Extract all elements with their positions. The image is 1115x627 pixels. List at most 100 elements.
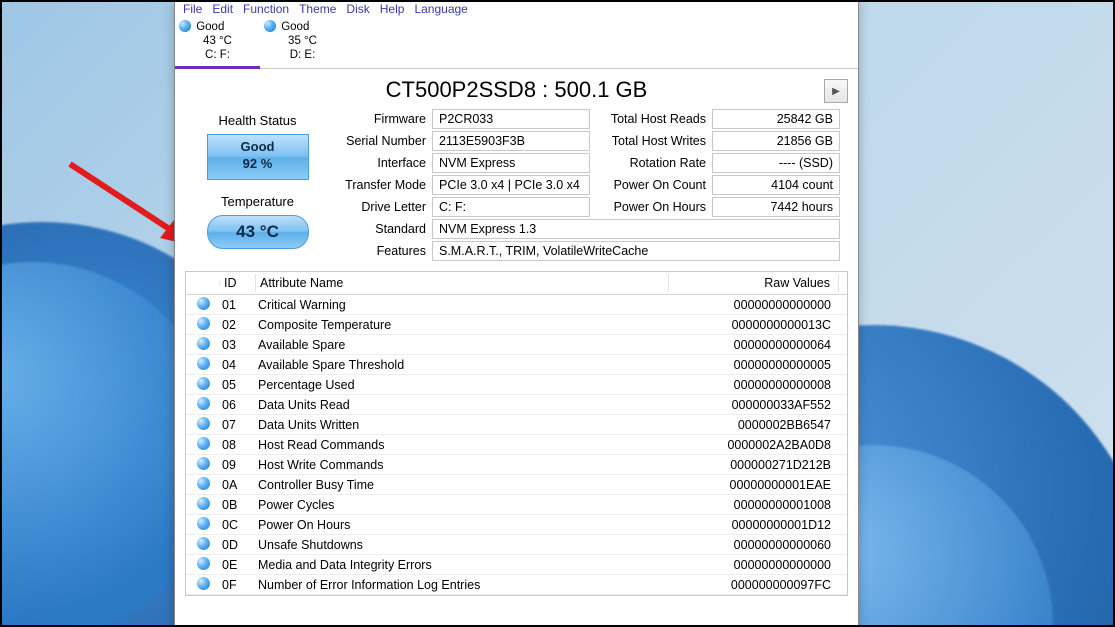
tab-letters: D: E: <box>264 49 341 63</box>
value-standard[interactable]: NVM Express 1.3 <box>432 219 840 239</box>
value-firmware[interactable]: P2CR033 <box>432 109 590 129</box>
table-row[interactable]: 09Host Write Commands000000271D212B <box>186 455 847 475</box>
table-row[interactable]: 01Critical Warning00000000000000 <box>186 295 847 315</box>
status-orb-icon <box>197 337 210 350</box>
attr-name: Percentage Used <box>256 378 669 392</box>
table-row[interactable]: 0AController Busy Time00000000001EAE <box>186 475 847 495</box>
value-power-on-count[interactable]: 4104 count <box>712 175 840 195</box>
drive-tab-0[interactable]: Good43 °CC: F: <box>175 18 260 69</box>
attr-name: Media and Data Integrity Errors <box>256 558 669 572</box>
attr-id: 0B <box>220 498 256 512</box>
attr-raw: 00000000000005 <box>669 358 839 372</box>
attr-id: 07 <box>220 418 256 432</box>
health-status-box[interactable]: Good 92 % <box>207 134 309 180</box>
menu-edit[interactable]: Edit <box>212 2 233 16</box>
label-interface: Interface <box>340 153 432 173</box>
table-header-row: ID Attribute Name Raw Values <box>186 272 847 295</box>
menu-function[interactable]: Function <box>243 2 289 16</box>
attr-name: Unsafe Shutdowns <box>256 538 669 552</box>
table-row[interactable]: 0BPower Cycles00000000001008 <box>186 495 847 515</box>
col-id[interactable]: ID <box>220 274 256 292</box>
attr-id: 0E <box>220 558 256 572</box>
tab-letters: C: F: <box>179 49 256 63</box>
table-row[interactable]: 0DUnsafe Shutdowns00000000000060 <box>186 535 847 555</box>
status-orb-icon <box>197 377 210 390</box>
attr-name: Available Spare <box>256 338 669 352</box>
status-orb-icon <box>264 20 276 32</box>
value-rotation[interactable]: ---- (SSD) <box>712 153 840 173</box>
col-attribute-name[interactable]: Attribute Name <box>256 274 669 292</box>
attr-name: Power Cycles <box>256 498 669 512</box>
status-orb-icon <box>197 297 210 310</box>
attr-raw: 00000000001008 <box>669 498 839 512</box>
drive-tab-1[interactable]: Good 35 °CD: E: <box>260 18 345 68</box>
temperature-box[interactable]: 43 °C <box>207 215 309 249</box>
table-row[interactable]: 04Available Spare Threshold0000000000000… <box>186 355 847 375</box>
label-standard: Standard <box>340 219 432 239</box>
menu-file[interactable]: File <box>183 2 202 16</box>
attr-raw: 00000000000000 <box>669 558 839 572</box>
label-total-reads: Total Host Reads <box>590 109 712 129</box>
menu-help[interactable]: Help <box>380 2 405 16</box>
label-transfer: Transfer Mode <box>340 175 432 195</box>
table-row[interactable]: 0FNumber of Error Information Log Entrie… <box>186 575 847 595</box>
value-features[interactable]: S.M.A.R.T., TRIM, VolatileWriteCache <box>432 241 840 261</box>
attr-name: Composite Temperature <box>256 318 669 332</box>
attr-raw: 000000000097FC <box>669 578 839 592</box>
table-row[interactable]: 05Percentage Used00000000000008 <box>186 375 847 395</box>
tab-temp: 35 °C <box>264 35 341 49</box>
value-interface[interactable]: NVM Express <box>432 153 590 173</box>
attr-name: Controller Busy Time <box>256 478 669 492</box>
label-rotation: Rotation Rate <box>590 153 712 173</box>
attr-raw: 000000271D212B <box>669 458 839 472</box>
label-power-on-hours: Power On Hours <box>590 197 712 217</box>
attr-name: Critical Warning <box>256 298 669 312</box>
status-panel: Health Status Good 92 % Temperature 43 °… <box>185 109 330 261</box>
status-orb-icon <box>197 477 210 490</box>
menu-bar: File Edit Function Theme Disk Help Language <box>175 2 858 18</box>
value-total-writes[interactable]: 21856 GB <box>712 131 840 151</box>
table-row[interactable]: 0EMedia and Data Integrity Errors0000000… <box>186 555 847 575</box>
status-orb-icon <box>197 557 210 570</box>
table-row[interactable]: 02Composite Temperature0000000000013C <box>186 315 847 335</box>
value-drive-letter[interactable]: C: F: <box>432 197 590 217</box>
status-orb-icon <box>197 517 210 530</box>
table-row[interactable]: 07Data Units Written0000002BB6547 <box>186 415 847 435</box>
attr-id: 0D <box>220 538 256 552</box>
tab-status: Good <box>281 21 309 33</box>
attr-id: 05 <box>220 378 256 392</box>
attr-id: 04 <box>220 358 256 372</box>
table-row[interactable]: 0CPower On Hours00000000001D12 <box>186 515 847 535</box>
col-raw-values[interactable]: Raw Values <box>669 274 839 292</box>
menu-theme[interactable]: Theme <box>299 2 336 16</box>
value-serial[interactable]: 2113E5903F3B <box>432 131 590 151</box>
value-total-reads[interactable]: 25842 GB <box>712 109 840 129</box>
attr-id: 06 <box>220 398 256 412</box>
menu-language[interactable]: Language <box>414 2 467 16</box>
health-status-text: Good <box>208 139 308 156</box>
status-orb-icon <box>197 537 210 550</box>
attr-id: 0F <box>220 578 256 592</box>
attr-id: 09 <box>220 458 256 472</box>
menu-disk[interactable]: Disk <box>346 2 369 16</box>
value-transfer[interactable]: PCIe 3.0 x4 | PCIe 3.0 x4 <box>432 175 590 195</box>
attr-name: Available Spare Threshold <box>256 358 669 372</box>
table-row[interactable]: 06Data Units Read000000033AF552 <box>186 395 847 415</box>
status-orb-icon <box>197 417 210 430</box>
drive-info-grid: Firmware P2CR033 Total Host Reads 25842 … <box>340 109 848 261</box>
status-orb-icon <box>197 577 210 590</box>
table-row[interactable]: 03Available Spare00000000000064 <box>186 335 847 355</box>
play-button[interactable]: ▶ <box>824 79 848 103</box>
status-orb-icon <box>197 397 210 410</box>
attr-name: Data Units Written <box>256 418 669 432</box>
attr-name: Number of Error Information Log Entries <box>256 578 669 592</box>
attr-id: 01 <box>220 298 256 312</box>
value-power-on-hours[interactable]: 7442 hours <box>712 197 840 217</box>
app-window: File Edit Function Theme Disk Help Language Go… <box>174 2 859 627</box>
smart-attribute-table[interactable]: ID Attribute Name Raw Values 01Critical … <box>185 271 848 596</box>
temperature-value: 43 °C <box>236 222 279 242</box>
attr-id: 0A <box>220 478 256 492</box>
tab-status: Good <box>196 21 224 33</box>
table-row[interactable]: 08Host Read Commands0000002A2BA0D8 <box>186 435 847 455</box>
play-icon: ▶ <box>832 86 840 97</box>
